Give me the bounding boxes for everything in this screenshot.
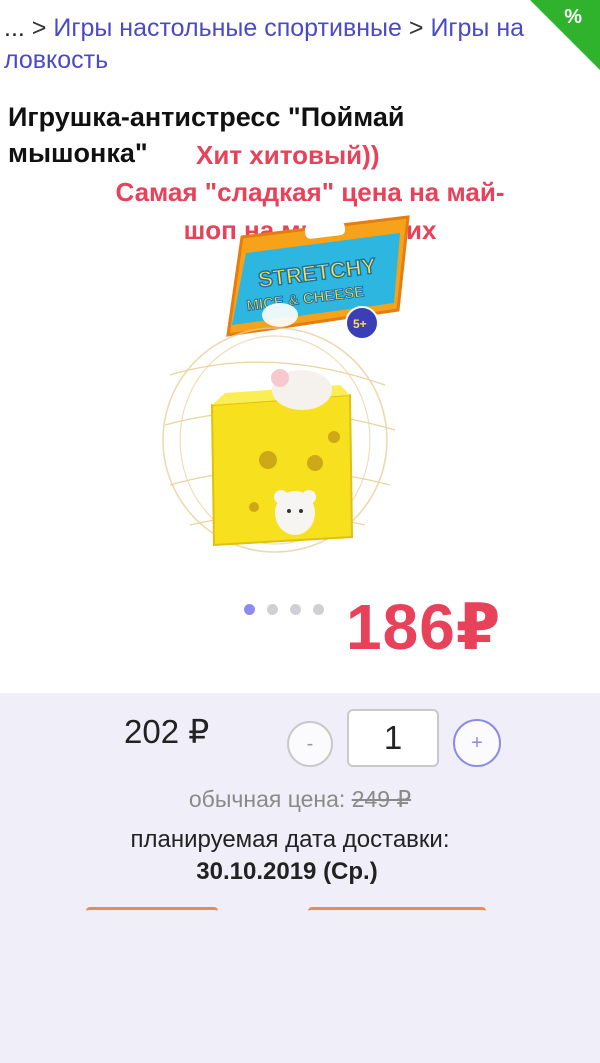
product-image[interactable]: STRETCHY MICE & CHEESE 5+ bbox=[150, 215, 410, 555]
delivery-date-label: планируемая дата доставки: bbox=[130, 826, 450, 853]
current-price: 202 ₽ bbox=[124, 713, 210, 750]
delivery-date-value: 30.10.2019 (Ср.) bbox=[196, 858, 378, 885]
breadcrumb-separator: > bbox=[31, 14, 47, 42]
age-badge: 5+ bbox=[353, 317, 367, 331]
regular-price-row: обычная цена: 249 ₽ bbox=[0, 786, 600, 813]
buy-button-partial[interactable] bbox=[86, 907, 218, 911]
quantity-input[interactable]: 1 bbox=[347, 709, 439, 767]
gallery-dot[interactable] bbox=[244, 604, 255, 615]
regular-price-label: обычная цена: bbox=[188, 786, 346, 812]
gallery-dot[interactable] bbox=[313, 604, 324, 615]
gallery-dot[interactable] bbox=[267, 604, 278, 615]
breadcrumb-ellipsis[interactable]: ... bbox=[4, 14, 25, 42]
discount-percent-label: % bbox=[564, 6, 582, 28]
promo-line-1: Хит хитовый)) bbox=[196, 140, 380, 170]
promo-line-2: Самая "сладкая" цена на май- bbox=[115, 177, 505, 207]
gallery-dots bbox=[244, 604, 324, 615]
cart-button-partial[interactable] bbox=[308, 907, 486, 911]
quantity-increase-button[interactable]: + bbox=[453, 719, 501, 767]
regular-price-value: 249 ₽ bbox=[351, 786, 412, 812]
quantity-decrease-button[interactable]: - bbox=[287, 721, 333, 767]
breadcrumb: ... > Игры настольные спортивные > Игры … bbox=[4, 12, 544, 76]
product-area: ... > Игры настольные спортивные > Игры … bbox=[0, 0, 600, 693]
breadcrumb-link-sports-games[interactable]: Игры настольные спортивные bbox=[53, 14, 402, 42]
gallery-dot[interactable] bbox=[290, 604, 301, 615]
breadcrumb-separator: > bbox=[408, 14, 424, 42]
promo-price-overlay: 186₽ bbox=[346, 591, 502, 663]
